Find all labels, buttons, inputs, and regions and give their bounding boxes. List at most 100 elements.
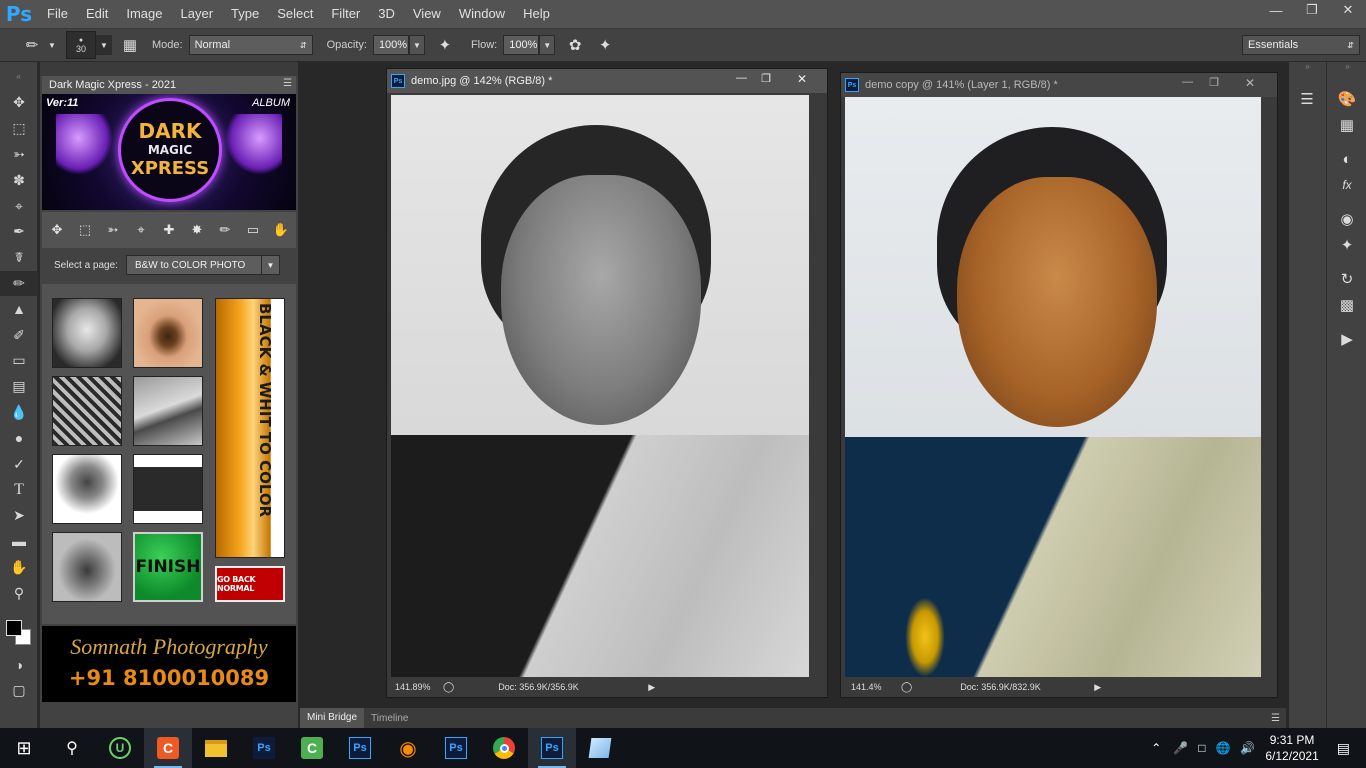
adjustments-icon[interactable]: ◐	[1329, 146, 1365, 172]
thumb-dress[interactable]	[52, 376, 122, 446]
document-titlebar[interactable]: Ps demo copy @ 141% (Layer 1, RGB/8) * —…	[841, 73, 1277, 97]
path-selection-tool-icon[interactable]: ➤	[0, 503, 38, 529]
expand-dock-icon[interactable]: »	[1329, 62, 1366, 74]
brush-tool-icon[interactable]: ✏	[0, 270, 38, 297]
properties-icon[interactable]: ▩	[1329, 292, 1365, 318]
tool-preset-dropdown-icon[interactable]: ▼	[44, 35, 60, 55]
chevron-up-icon[interactable]: ⌃	[1151, 741, 1161, 755]
rectangle-tool-icon[interactable]: ▬	[0, 529, 38, 555]
thumb-lips[interactable]	[52, 532, 122, 602]
flow-input[interactable]: 100%	[503, 35, 540, 55]
eye-app-icon[interactable]: ◉	[384, 728, 432, 768]
finish-button[interactable]: FINISH	[133, 532, 203, 602]
photoshop-icon[interactable]: Ps	[240, 728, 288, 768]
airbrush-icon[interactable]: ✿	[563, 33, 587, 57]
stamp-tool-icon[interactable]: ✸	[187, 220, 207, 240]
expand-dock-icon[interactable]: »	[1289, 62, 1326, 74]
eyedropper-tool-icon[interactable]: ✒	[0, 219, 38, 245]
menu-edit[interactable]: Edit	[77, 0, 117, 28]
menu-view[interactable]: View	[404, 0, 450, 28]
status-menu-arrow-icon[interactable]: ▶	[1094, 682, 1101, 693]
thumb-eye[interactable]	[133, 298, 203, 368]
bandage-tool-icon[interactable]: ✚	[159, 220, 179, 240]
menu-layer[interactable]: Layer	[172, 0, 223, 28]
mode-select[interactable]: Normal ⇵	[188, 35, 313, 55]
fx-styles-icon[interactable]: fx	[1329, 172, 1365, 198]
layers-icon[interactable]: ☰	[1289, 86, 1325, 112]
collapse-tools-icon[interactable]: «	[0, 62, 37, 90]
history-icon[interactable]: ↻	[1329, 266, 1365, 292]
marquee-tool-icon[interactable]: ⬚	[0, 116, 38, 142]
lasso-tool-icon[interactable]: ➳	[0, 142, 38, 168]
page-select-dropdown[interactable]: B&W to COLOR PHOTO ▼	[125, 255, 280, 275]
lasso-tool-icon[interactable]: ➳	[103, 220, 123, 240]
clock[interactable]: 9:31 PM 6/12/2021	[1265, 732, 1318, 764]
canvas-bw-photo[interactable]	[391, 95, 809, 677]
restore-icon[interactable]: ❐	[761, 72, 771, 85]
restore-icon[interactable]: ❐	[1294, 0, 1330, 20]
gradient-tool-icon[interactable]: ▤	[0, 374, 38, 400]
move-tool-icon[interactable]: ✥	[47, 220, 67, 240]
hand-tool-icon[interactable]: ✋	[0, 554, 38, 580]
brush-tool-preset-icon[interactable]: ✏	[20, 33, 44, 57]
uplay-icon[interactable]: U	[96, 728, 144, 768]
minimize-icon[interactable]: —	[736, 72, 747, 84]
marquee-tool-icon[interactable]: ⬚	[75, 220, 95, 240]
menu-file[interactable]: File	[38, 0, 77, 28]
camtasia-green-icon[interactable]: C	[288, 728, 336, 768]
photoshop-active-icon[interactable]: Ps	[528, 728, 576, 768]
zoom-value[interactable]: 141.89%	[395, 682, 439, 692]
healing-brush-tool-icon[interactable]: ☤	[0, 245, 38, 271]
move-tool-icon[interactable]: ✥	[0, 90, 38, 116]
thumb-necklace[interactable]	[52, 454, 122, 524]
thumb-adjustments[interactable]	[133, 454, 203, 524]
pressure-opacity-icon[interactable]: ✦	[433, 33, 457, 57]
restore-icon[interactable]: ❐	[1209, 76, 1219, 89]
close-icon[interactable]: ✕	[1330, 0, 1366, 20]
history-brush-tool-icon[interactable]: ✐	[0, 322, 38, 348]
type-tool-icon[interactable]: T	[0, 477, 38, 503]
workspace-select[interactable]: Essentials ⇵	[1242, 35, 1360, 55]
minimize-icon[interactable]: —	[1182, 76, 1193, 88]
menu-help[interactable]: Help	[514, 0, 559, 28]
windows-start-icon[interactable]: ⊞	[0, 728, 48, 768]
thumb-eyebrow[interactable]	[133, 376, 203, 446]
menu-image[interactable]: Image	[117, 0, 171, 28]
blur-tool-icon[interactable]: 💧	[0, 400, 38, 426]
tab-timeline[interactable]: Timeline	[364, 713, 415, 724]
file-explorer-icon[interactable]	[192, 728, 240, 768]
panel-menu-icon[interactable]: ☰	[283, 78, 292, 89]
crop-tool-icon[interactable]: ⌖	[0, 193, 38, 219]
opacity-dropdown-icon[interactable]: ▼	[408, 35, 425, 55]
chrome-icon[interactable]	[480, 728, 528, 768]
quick-selection-tool-icon[interactable]: ✽	[0, 167, 38, 193]
status-info-icon[interactable]: ◯	[443, 682, 454, 693]
pen-tool-icon[interactable]: ✓	[0, 451, 38, 477]
brush-size-picker[interactable]: ● 30	[66, 31, 96, 59]
menu-type[interactable]: Type	[222, 0, 268, 28]
eraser-tool-icon[interactable]: ▭	[0, 348, 38, 374]
hand-tool-icon[interactable]: ✋	[271, 220, 291, 240]
status-info-icon[interactable]: ◯	[901, 682, 912, 693]
flow-dropdown-icon[interactable]: ▼	[539, 35, 556, 55]
brush-tool-icon[interactable]: ✏	[215, 220, 235, 240]
network-globe-icon[interactable]: 🌐	[1215, 741, 1230, 755]
close-icon[interactable]: ✕	[797, 72, 807, 86]
close-icon[interactable]: ✕	[1245, 76, 1255, 90]
status-menu-arrow-icon[interactable]: ▶	[648, 682, 655, 693]
minimize-icon[interactable]: —	[1258, 0, 1294, 20]
palette-icon[interactable]: 🎨	[1329, 86, 1365, 112]
eraser-tool-icon[interactable]: ▭	[243, 220, 263, 240]
zoom-value[interactable]: 141.4%	[851, 682, 895, 692]
panel-menu-icon[interactable]: ☰	[1271, 713, 1280, 724]
menu-window[interactable]: Window	[450, 0, 514, 28]
quick-mask-icon[interactable]: ◑	[0, 652, 38, 678]
bw-to-color-banner[interactable]: BLACK & WHIT TO COLOR	[215, 298, 285, 558]
clone-stamp-tool-icon[interactable]: ▲	[0, 296, 38, 322]
search-icon[interactable]: ⚲	[48, 728, 96, 768]
canvas-color-photo[interactable]	[845, 97, 1261, 679]
color-swatches[interactable]	[0, 606, 37, 652]
document-titlebar[interactable]: Ps demo.jpg @ 142% (RGB/8) * — ❐ ✕	[387, 69, 827, 93]
actions-play-icon[interactable]: ▶	[1329, 326, 1365, 352]
menu-3d[interactable]: 3D	[369, 0, 404, 28]
